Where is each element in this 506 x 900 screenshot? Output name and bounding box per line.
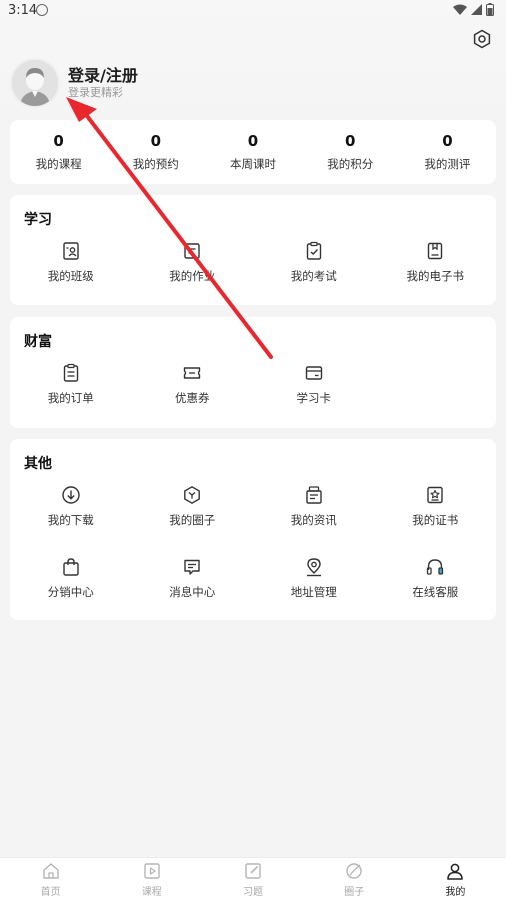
circle-tab-icon <box>346 863 362 879</box>
section-title: 其他 <box>24 456 52 472</box>
tab-mine[interactable]: 我的 <box>405 858 506 900</box>
person-icon <box>447 863 464 880</box>
stat-my-appointments[interactable]: 0 我的预约 <box>107 120 204 184</box>
location-icon <box>306 558 321 577</box>
homework-icon <box>184 243 200 259</box>
stat-label: 我的积分 <box>327 157 374 171</box>
menu-item-my-class[interactable]: 我的班级 <box>10 241 132 313</box>
tab-label: 习题 <box>243 887 263 898</box>
stat-value: 0 <box>344 132 356 150</box>
avatar[interactable] <box>10 58 60 108</box>
exam-icon <box>306 241 321 260</box>
card-icon <box>305 366 322 380</box>
menu-item-label: 我的考试 <box>290 269 337 283</box>
settings-gear-icon[interactable] <box>472 29 492 49</box>
login-register-link[interactable]: 登录/注册 <box>68 62 138 86</box>
coupon-icon <box>184 367 201 379</box>
section-title: 学习 <box>24 212 52 228</box>
bag-icon <box>63 558 79 576</box>
menu-item-label: 我的下载 <box>47 513 94 527</box>
menu-item-my-downloads[interactable]: 我的下载 <box>10 485 132 557</box>
menu-item-online-support[interactable]: 在线客服 <box>375 557 497 629</box>
menu-item-my-circle[interactable]: 我的圈子 <box>132 485 254 557</box>
menu-item-coupons[interactable]: 优惠券 <box>132 363 254 435</box>
sync-check-icon <box>36 4 48 16</box>
order-icon <box>63 363 78 382</box>
menu-item-study-card[interactable]: 学习卡 <box>253 363 375 435</box>
menu-item-label: 消息中心 <box>169 585 216 599</box>
circle-icon <box>184 486 201 504</box>
status-bar: 3:14 <box>0 0 506 22</box>
menu-item-label: 我的作业 <box>169 269 216 283</box>
stat-my-assessments[interactable]: 0 我的测评 <box>399 120 496 184</box>
tab-course[interactable]: 课程 <box>101 858 202 900</box>
bottom-tab-bar: 首页 课程 习题 圈子 我的 <box>0 857 506 900</box>
ebook-icon <box>428 242 443 260</box>
menu-item-label: 分销中心 <box>47 585 94 599</box>
other-card: 其他 我的下载 我的圈子 我的资讯 我的证书 分销中心 消息中心 地址管理 在线… <box>10 439 496 620</box>
stat-value: 0 <box>247 132 259 150</box>
menu-item-label: 我的订单 <box>47 391 94 405</box>
default-avatar-icon <box>12 60 58 106</box>
news-icon <box>306 486 322 504</box>
tab-label: 课程 <box>141 887 162 898</box>
stat-label: 我的测评 <box>424 157 471 171</box>
menu-item-label: 地址管理 <box>290 585 337 599</box>
tab-label: 圈子 <box>344 887 365 898</box>
section-title: 财富 <box>24 334 52 350</box>
battery-icon <box>486 3 494 16</box>
menu-item-label: 我的证书 <box>412 513 459 527</box>
menu-item-my-exam[interactable]: 我的考试 <box>253 241 375 313</box>
headset-icon <box>427 559 444 575</box>
exercise-icon <box>245 863 261 879</box>
menu-item-label: 在线客服 <box>412 585 459 599</box>
menu-item-label: 优惠券 <box>175 391 210 405</box>
status-time: 3:14 <box>8 3 38 18</box>
menu-item-my-certificates[interactable]: 我的证书 <box>375 485 497 557</box>
menu-item-label: 我的电子书 <box>406 269 465 283</box>
home-icon <box>42 863 59 879</box>
menu-item-label: 我的圈子 <box>169 513 216 527</box>
menu-item-distribution-center[interactable]: 分销中心 <box>10 557 132 629</box>
menu-item-my-homework[interactable]: 我的作业 <box>132 241 254 313</box>
menu-item-label: 我的资讯 <box>290 513 337 527</box>
message-icon <box>184 559 200 575</box>
class-icon <box>63 242 79 260</box>
tab-exercise[interactable]: 习题 <box>202 858 303 900</box>
menu-item-label: 学习卡 <box>296 391 332 405</box>
login-subtitle: 登录更精彩 <box>68 86 123 99</box>
tab-label: 我的 <box>445 887 466 898</box>
wifi-icon <box>453 4 467 15</box>
stat-value: 0 <box>442 132 453 150</box>
certificate-icon <box>427 486 443 504</box>
tab-home[interactable]: 首页 <box>0 858 101 900</box>
menu-item-label: 我的班级 <box>47 269 94 283</box>
learning-card: 学习 我的班级 我的作业 我的考试 我的电子书 <box>10 195 496 305</box>
signal-icon <box>471 4 482 15</box>
status-icons <box>453 3 494 16</box>
stat-my-courses[interactable]: 0 我的课程 <box>10 120 107 184</box>
stat-value: 0 <box>53 132 64 150</box>
wealth-card: 财富 我的订单 优惠券 学习卡 <box>10 317 496 428</box>
stat-weekly-hours[interactable]: 0 本周课时 <box>204 120 301 184</box>
download-icon <box>62 486 80 504</box>
menu-item-address-management[interactable]: 地址管理 <box>253 557 375 629</box>
stat-label: 我的课程 <box>35 157 82 171</box>
stats-card: 0 我的课程 0 我的预约 0 本周课时 0 我的积分 0 我的测评 <box>10 120 496 184</box>
menu-item-my-news[interactable]: 我的资讯 <box>253 485 375 557</box>
stat-my-points[interactable]: 0 我的积分 <box>302 120 399 184</box>
stat-value: 0 <box>150 132 162 150</box>
menu-item-my-ebook[interactable]: 我的电子书 <box>375 241 497 313</box>
stat-label: 本周课时 <box>230 157 276 171</box>
course-icon <box>144 863 160 879</box>
stat-label: 我的预约 <box>132 157 179 171</box>
menu-item-my-orders[interactable]: 我的订单 <box>10 363 132 435</box>
tab-label: 首页 <box>40 887 61 898</box>
tab-circle[interactable]: 圈子 <box>304 858 405 900</box>
menu-item-message-center[interactable]: 消息中心 <box>132 557 254 629</box>
